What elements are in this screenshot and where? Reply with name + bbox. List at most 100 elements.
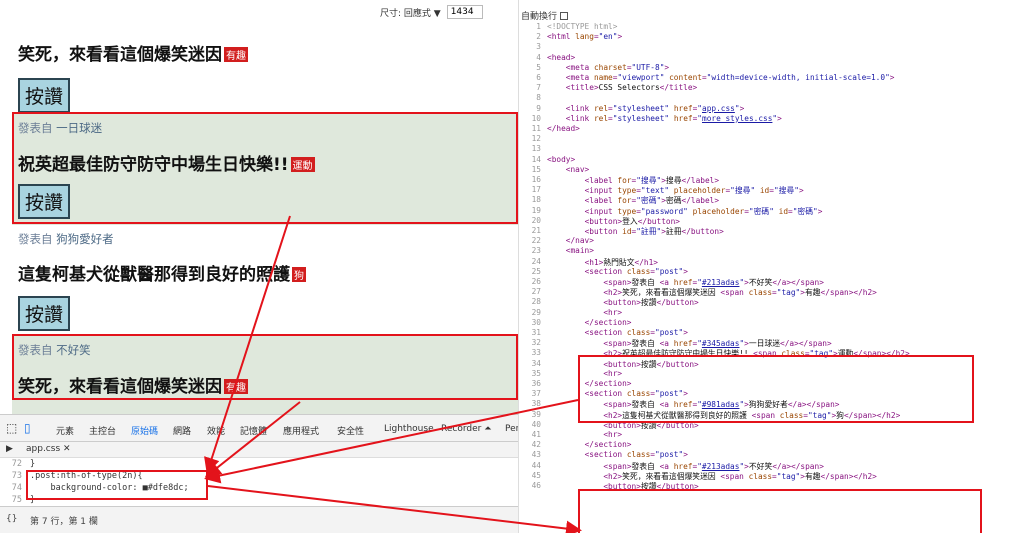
line-number: 7 — [536, 83, 541, 93]
status-bar: {} 第 7 行，第 1 欄 — [0, 506, 520, 533]
post-meta: 發表自 狗狗愛好者 — [18, 232, 114, 246]
line-number: 40 — [531, 419, 541, 429]
post-tag: 狗 — [292, 267, 306, 282]
sidebar-toggle-icon[interactable]: ▶ — [6, 444, 13, 454]
line-code: <hr> — [603, 430, 623, 439]
wrap-checkbox[interactable] — [559, 12, 568, 20]
tab-security[interactable]: 安全性 — [337, 424, 364, 437]
tab-console[interactable]: 主控台 — [89, 424, 116, 437]
highlight-box-source-section-4 — [578, 489, 982, 533]
line-number: 8 — [536, 93, 541, 103]
tab-lighthouse[interactable]: Lighthouse — [384, 424, 434, 434]
line-code: <section class="post"> — [584, 266, 688, 276]
tab-application[interactable]: 應用程式 — [283, 424, 319, 437]
highlight-box-post-4 — [12, 334, 518, 400]
line-number: 9 — [536, 103, 541, 113]
responsive-dropdown[interactable]: 尺寸: 回應式 ▼ — [380, 6, 441, 19]
line-number: 31 — [531, 328, 541, 337]
line-code: <section class="post"> — [584, 450, 688, 460]
line-number: 45 — [531, 470, 541, 480]
line-number: 41 — [531, 430, 541, 439]
line-number: 24 — [531, 256, 541, 266]
line-number: 13 — [531, 144, 541, 154]
line-number: 4 — [536, 52, 541, 62]
line-number: 16 — [531, 175, 541, 184]
wrap-toggle[interactable]: 自動換行 — [521, 9, 568, 22]
line-number: 33 — [531, 348, 541, 358]
tab-elements[interactable]: 元素 — [56, 424, 74, 437]
line-code: </section> — [584, 317, 632, 327]
line-number: 34 — [531, 358, 541, 368]
line-code: </nav> — [565, 236, 594, 246]
line-number: 2 — [536, 32, 541, 42]
line-number: 42 — [531, 440, 541, 450]
device-toggle-icon[interactable]: ▯ — [24, 421, 31, 435]
line-number: 14 — [531, 154, 541, 164]
tab-network[interactable]: 網路 — [173, 424, 191, 437]
line-number: 23 — [531, 246, 541, 256]
line-number: 46 — [531, 481, 541, 490]
line-code: <meta name="viewport" content="width=dev… — [565, 73, 895, 82]
line-number: 18 — [531, 195, 541, 205]
line-number: 36 — [531, 379, 541, 388]
line-code: <hr> — [603, 307, 623, 317]
line-number: 22 — [531, 236, 541, 246]
line-code: <html lang="en"> — [547, 32, 623, 42]
line-number: 25 — [531, 266, 541, 276]
line-number: 37 — [531, 389, 541, 399]
width-input[interactable] — [446, 5, 483, 19]
line-number: 38 — [531, 399, 541, 409]
post-title: 笑死，來看看這個爆笑迷因 有趣 — [18, 45, 248, 65]
line-number: 17 — [531, 185, 541, 195]
line-code: <title>CSS Selectors</title> — [565, 83, 698, 93]
tab-recorder[interactable]: Recorder ⏶ — [441, 424, 491, 434]
line-code: <body> — [547, 154, 576, 164]
post-tag: 有趣 — [224, 47, 248, 62]
line-code: <!DOCTYPE html> — [547, 22, 618, 31]
line-number: 5 — [536, 62, 541, 72]
line-code: </head> — [547, 124, 580, 133]
line-code: <nav> — [565, 164, 590, 174]
line-number: 43 — [531, 450, 541, 460]
line-number: 1 — [536, 22, 541, 31]
device-toolbar: 尺寸: 回應式 ▼ — [380, 5, 483, 19]
line-number: 3 — [536, 42, 541, 52]
line-number: 26 — [531, 277, 541, 286]
like-button[interactable]: 按讚 — [18, 78, 71, 113]
line-code: </section> — [584, 440, 632, 450]
close-icon[interactable]: ✕ — [63, 444, 71, 454]
line-number: 20 — [531, 215, 541, 225]
devtools-tab-bar: ⬚ ▯ 元素 主控台 原始碼 網路 效能 記憶體 應用程式 安全性 Lighth… — [0, 414, 520, 445]
line-number: 19 — [531, 205, 541, 215]
line-code: <link rel="stylesheet" href="more_styles… — [565, 113, 782, 123]
tab-memory[interactable]: 記憶體 — [240, 424, 267, 437]
line-number: 39 — [531, 409, 541, 419]
highlight-box-source-section-2 — [578, 355, 974, 423]
line-code: <main> — [565, 246, 594, 256]
line-code: <link rel="stylesheet" href="app.css"> — [565, 103, 745, 113]
line-number: 29 — [531, 307, 541, 317]
like-button[interactable]: 按讚 — [18, 296, 71, 331]
file-tab[interactable]: app.css ✕ — [26, 444, 71, 454]
line-number: 35 — [531, 368, 541, 378]
source-view: 自動換行 1 <!DOCTYPE html> 2 <html lang="en"> 3 4… — [518, 0, 1024, 533]
line-number: 32 — [531, 338, 541, 348]
braces-icon[interactable]: {} — [6, 514, 17, 524]
line-number: 44 — [531, 460, 541, 470]
line-number: 21 — [531, 226, 541, 235]
line-number: 12 — [531, 134, 541, 144]
post-title: 這隻柯基犬從獸醫那得到良好的照護狗 — [18, 265, 306, 285]
line-code: <meta charset="UTF-8"> — [565, 62, 670, 72]
highlight-box-post-2 — [12, 112, 518, 224]
line-number: 11 — [531, 124, 541, 133]
line-number: 10 — [531, 113, 541, 123]
line-code: <head> — [547, 52, 576, 62]
tab-performance[interactable]: 效能 — [207, 424, 225, 437]
file-tab-bar: ▶ app.css ✕ — [0, 442, 520, 458]
line-number: 28 — [531, 297, 541, 307]
inspect-icon[interactable]: ⬚ — [6, 421, 17, 435]
line-number: 30 — [531, 317, 541, 327]
author-link[interactable]: 狗狗愛好者 — [56, 232, 114, 246]
line-number: 15 — [531, 164, 541, 174]
post-item: 發表自 狗狗愛好者 這隻柯基犬從獸醫那得到良好的照護狗 按讚 — [12, 226, 520, 336]
